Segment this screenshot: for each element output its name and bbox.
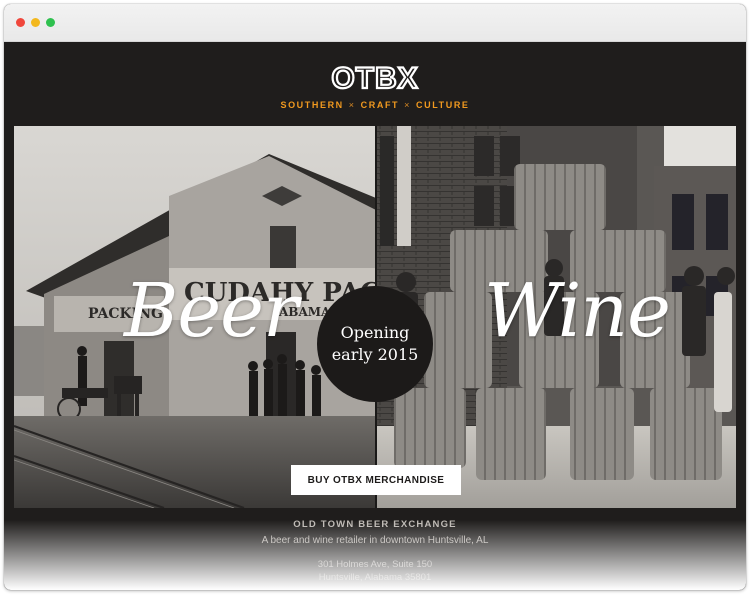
badge-line-1: Opening (340, 323, 410, 342)
tagline-separator: × (348, 100, 356, 110)
beer-heading: Beer (124, 268, 298, 354)
otbx-logo[interactable]: OTBX (4, 61, 746, 98)
address-line-1: 301 Holmes Ave, Suite 150 (317, 559, 433, 570)
minimize-window-button[interactable] (31, 18, 40, 27)
tagline-word: SOUTHERN (280, 100, 344, 110)
tagline-word: CRAFT (360, 100, 400, 110)
tagline-word: CULTURE (416, 100, 470, 110)
site-footer: OLD TOWN BEER EXCHANGE A beer and wine r… (4, 519, 746, 583)
otbx-logo-mark: OTBX (330, 61, 419, 93)
webpage: OTBX SOUTHERN × CRAFT × CULTURE CUDAHY P… (4, 42, 746, 590)
tagline-separator: × (404, 100, 411, 110)
hero-banner: CUDAHY PACKING ABAMA PACKING Beer Wine O… (14, 126, 736, 508)
buy-merchandise-button[interactable]: BUY OTBX MERCHANDISE (291, 465, 461, 495)
opening-badge: Opening early 2015 (317, 286, 433, 402)
business-description: A beer and wine retailer in downtown Hun… (261, 535, 489, 546)
browser-window: OTBX SOUTHERN × CRAFT × CULTURE CUDAHY P… (4, 4, 746, 590)
address-line-2: Huntsville, Alabama 35801 (318, 572, 432, 583)
tagline: SOUTHERN × CRAFT × CULTURE (4, 100, 746, 110)
business-name: OLD TOWN BEER EXCHANGE (293, 519, 457, 530)
badge-line-2: early 2015 (331, 345, 419, 364)
wine-heading: Wine (484, 268, 671, 354)
browser-titlebar (4, 4, 746, 42)
zoom-window-button[interactable] (46, 18, 55, 27)
logo-text: OTBX (331, 62, 418, 93)
close-window-button[interactable] (16, 18, 25, 27)
